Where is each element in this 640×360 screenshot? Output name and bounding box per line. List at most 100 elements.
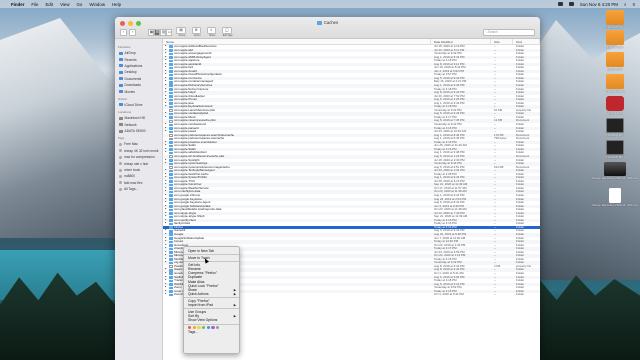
menu-separator bbox=[184, 308, 239, 309]
desktop-icon-label: Screen Recording 2020-11...PM.mov bbox=[592, 203, 638, 207]
folder-icon bbox=[169, 293, 173, 297]
menu-go[interactable]: Go bbox=[77, 2, 83, 7]
gallery-view-button[interactable]: ▭ bbox=[166, 28, 173, 36]
sidebar-item-label: mixer truck bbox=[124, 168, 141, 173]
tag-icon bbox=[119, 142, 122, 146]
sidebar-item-label: AirDrop bbox=[124, 51, 136, 56]
sidebar-item-label: Macintosh HD bbox=[124, 116, 146, 121]
sidebar-item[interactable]: All Tags... bbox=[115, 186, 162, 192]
group-control[interactable]: ▤ Group bbox=[176, 26, 187, 37]
desktop-icon-label: Screen Recording 2020-11...PM.mov bbox=[592, 176, 638, 180]
sidebar-section-header: Locations bbox=[118, 110, 132, 115]
control-center-icon[interactable]: ≡ bbox=[632, 2, 635, 7]
menu-item[interactable]: Import from iPad ▶ bbox=[184, 303, 239, 307]
tag-color-dot[interactable] bbox=[197, 325, 201, 330]
tag-color-dot[interactable] bbox=[211, 325, 215, 330]
folder-icon bbox=[606, 52, 624, 67]
sidebar-section-header: Favorites bbox=[118, 45, 131, 49]
desktop-icon-label: P1010304.MP4 bbox=[605, 133, 625, 137]
desktop-icon[interactable]: google drive bbox=[590, 52, 640, 71]
tag-color-dot[interactable] bbox=[202, 325, 206, 330]
submenu-arrow-icon: ▶ bbox=[233, 303, 236, 308]
submenu-arrow-icon: ▶ bbox=[233, 292, 236, 297]
menu-item[interactable]: Quick Actions ▶ bbox=[184, 292, 239, 296]
menu-item[interactable]: Open in New Tab bbox=[184, 249, 239, 253]
menu-view[interactable]: View bbox=[60, 2, 69, 7]
file-icon bbox=[606, 96, 624, 111]
action-control[interactable]: ⚙ Action bbox=[191, 26, 203, 37]
finder-window: Caches ‹ › ▦ ☰ ▥ ▭ ▤ Group ⚙ Action ⇪ Sh… bbox=[115, 17, 540, 360]
column-size[interactable]: Size bbox=[491, 39, 513, 44]
clock[interactable]: Sun Nov 8 4:20 PM bbox=[580, 2, 618, 7]
sidebar-item-label: no8800 bbox=[124, 174, 136, 179]
menu-help[interactable]: Help bbox=[112, 2, 121, 7]
sidebar-item-label: Free Mac bbox=[124, 142, 138, 147]
menu-item[interactable]: Show View Options bbox=[184, 318, 239, 322]
tag-color-dot[interactable] bbox=[216, 325, 220, 330]
column-date-modified[interactable]: Date Modified bbox=[431, 39, 491, 44]
desktop-icon[interactable]: Apple Music bbox=[590, 96, 640, 115]
share-control[interactable]: ⇪ Share bbox=[206, 26, 218, 37]
sidebar-item-label: Downloads bbox=[124, 83, 141, 88]
column-kind[interactable]: Kind bbox=[513, 39, 540, 44]
folder-icon bbox=[606, 30, 624, 45]
window-title: Caches bbox=[115, 20, 540, 25]
menu-window[interactable]: Window bbox=[89, 2, 105, 7]
desktop-icon[interactable]: P1010305.MP4 bbox=[590, 140, 640, 159]
group-button[interactable]: ▤ bbox=[176, 26, 186, 34]
edit-tags-control[interactable]: ◯ Edit Tags bbox=[221, 26, 234, 37]
desktop-icon-label: macOS Big Sur bbox=[605, 25, 625, 29]
folder-icon bbox=[119, 51, 123, 55]
menu-separator bbox=[184, 254, 239, 255]
sidebar-item-label: ADATA SE800 bbox=[124, 129, 146, 134]
folder-icon bbox=[119, 58, 123, 62]
file-icon bbox=[604, 162, 626, 176]
desktop-icon[interactable]: P1010304.MP4 bbox=[590, 118, 640, 137]
disk-icon bbox=[119, 123, 123, 127]
toolbar: ‹ › ▦ ☰ ▥ ▭ ▤ Group ⚙ Action ⇪ Share ◯ E… bbox=[120, 26, 535, 37]
menu-edit[interactable]: Edit bbox=[46, 2, 54, 7]
desktop-icon[interactable]: Screen Recording 2020-11...PM.mov bbox=[590, 162, 640, 180]
file-icon bbox=[606, 140, 624, 155]
date-modified-cell: Oct 1, 2020 at 5:41 PM bbox=[434, 293, 464, 297]
tag-icon[interactable]: ◯ bbox=[221, 26, 232, 34]
sidebar-item-label: fabi mac flex bbox=[124, 180, 143, 185]
sidebar-item-label: Network bbox=[124, 122, 137, 127]
action-gear-icon[interactable]: ⚙ bbox=[191, 26, 201, 34]
wifi-icon[interactable] bbox=[557, 2, 563, 6]
menu-item[interactable]: Tags... bbox=[184, 330, 239, 334]
sidebar-item-label: cheap usb c hub bbox=[124, 161, 149, 166]
battery-icon[interactable] bbox=[568, 2, 574, 6]
search-input[interactable]: ⌕ Search bbox=[483, 28, 535, 36]
desktop-icon[interactable]: untitled folder bbox=[590, 30, 640, 49]
title-bar[interactable]: Caches ‹ › ▦ ☰ ▥ ▭ ▤ Group ⚙ Action ⇪ Sh… bbox=[115, 17, 540, 39]
tag-icon bbox=[119, 149, 122, 153]
menu-file[interactable]: File bbox=[31, 2, 38, 7]
sidebar-item-label: mac for compression bbox=[124, 155, 155, 160]
tag-color-dot[interactable] bbox=[192, 325, 196, 330]
tag-color-dot[interactable] bbox=[206, 325, 210, 330]
sidebar-item-label: Recents bbox=[124, 57, 137, 62]
size-cell: -- bbox=[494, 293, 496, 297]
back-button[interactable]: ‹ bbox=[120, 28, 128, 36]
desktop-icon-label: untitled folder 2 bbox=[605, 89, 625, 93]
folder-icon bbox=[316, 21, 322, 25]
menu-app[interactable]: Finder bbox=[11, 2, 24, 7]
menu-item[interactable]: Move to Trash bbox=[184, 256, 239, 260]
desktop-icon[interactable]: untitled folder 2 bbox=[590, 74, 640, 93]
column-name[interactable]: Name bbox=[163, 39, 431, 44]
desktop-icon[interactable]: macOS Big Sur bbox=[590, 10, 640, 29]
forward-button[interactable]: › bbox=[129, 28, 137, 36]
tag-icon bbox=[119, 162, 122, 166]
desktop-icon[interactable]: Screen Recording 2020-11...PM.mov bbox=[590, 188, 640, 207]
menu-separator bbox=[184, 297, 239, 298]
share-icon[interactable]: ⇪ bbox=[206, 26, 216, 34]
tag-color-dot[interactable] bbox=[188, 325, 192, 330]
spotlight-icon[interactable]: ⌕ bbox=[624, 2, 626, 7]
tag-icon bbox=[119, 168, 122, 172]
tag-icon bbox=[119, 155, 122, 159]
folder-icon bbox=[606, 10, 624, 25]
sidebar-item-label: Documents bbox=[124, 76, 142, 81]
menu-separator bbox=[184, 261, 239, 262]
sidebar-item-label: All Tags... bbox=[124, 187, 139, 192]
